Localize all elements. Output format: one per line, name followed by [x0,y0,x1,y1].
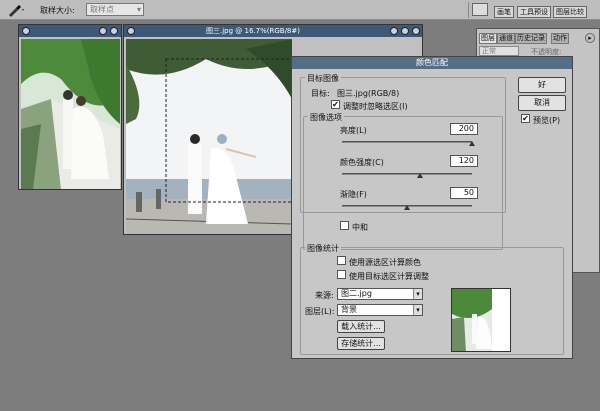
fade-label: 渐隐(F) [340,190,367,199]
neutralize-checkbox[interactable] [340,221,349,230]
luminance-slider[interactable] [342,141,472,143]
use-source-selection-checkbox[interactable] [337,256,346,265]
close-icon[interactable] [110,27,118,35]
color-intensity-input[interactable]: 120 [450,155,478,167]
divider [468,2,469,18]
color-match-dialog: 颜色匹配 目标图像 目标: 图三.jpg(RGB/8) ✔ 调整时忽略选区(I)… [291,56,573,359]
luminance-input[interactable]: 200 [450,123,478,135]
sample-size-select[interactable]: 取样点 ▾ [86,3,144,16]
neutralize-label: 中和 [352,223,368,232]
tab-actions[interactable]: 动作 [551,33,569,44]
cancel-button[interactable]: 取消 [518,95,566,111]
panel-menu-icon[interactable]: ▸ [585,33,595,43]
layer-select[interactable]: 背景 ▾ [337,304,423,316]
use-target-selection-checkbox[interactable] [337,270,346,279]
preview-checkbox[interactable]: ✔ [521,114,530,123]
dialog-title[interactable]: 颜色匹配 [292,57,572,69]
save-statistics-button[interactable]: 存储统计... [337,337,385,350]
palette-well-icon[interactable] [472,3,488,16]
document-title-bar[interactable]: 图三.jpg @ 16.7%(RGB/8#) [124,25,422,37]
color-intensity-slider-thumb[interactable] [417,173,423,178]
fade-input[interactable]: 50 [450,187,478,199]
luminance-slider-thumb[interactable] [469,141,475,146]
source-thumbnail [451,288,511,352]
tab-layers[interactable]: 图层 [479,33,497,44]
window-control-icon[interactable] [127,27,135,35]
image-statistics-group: 图像统计 使用源选区计算颜色 使用目标选区计算调整 来源: 图二.jpg ▾ 图… [300,243,564,355]
chevron-down-icon: ▾ [413,289,422,299]
luminance-label: 亮度(L) [340,126,367,135]
maximize-icon[interactable] [401,27,409,35]
ignore-selection-label: 调整时忽略选区(I) [343,102,408,111]
chevron-down-icon: ▾ [136,5,141,14]
source-select[interactable]: 图二.jpg ▾ [337,288,423,300]
use-target-selection-label: 使用目标选区计算调整 [349,272,429,281]
load-statistics-button[interactable]: 载入统计... [337,320,385,333]
tab-channels[interactable]: 通道 [497,33,515,44]
preview-label: 预览(P) [533,116,561,125]
minimize-icon[interactable] [390,27,398,35]
target-image-group: 目标图像 目标: 图三.jpg(RGB/8) ✔ 调整时忽略选区(I) 图像选项… [300,73,506,250]
tab-brushes[interactable]: 画笔 [494,6,514,18]
ignore-selection-checkbox[interactable]: ✔ [331,100,340,109]
color-intensity-label: 颜色强度(C) [340,158,384,167]
tab-tool-presets[interactable]: 工具预设 [517,6,551,18]
blend-mode-select[interactable]: 正常 [479,46,519,56]
window-control-icon[interactable] [22,27,30,35]
use-source-selection-label: 使用源选区计算颜色 [349,258,421,267]
wedding-photo-target [126,39,292,234]
minimize-icon[interactable] [99,27,107,35]
document-window-small[interactable] [18,24,122,190]
tab-layer-comps[interactable]: 图层比较 [553,6,587,18]
ok-button[interactable]: 好 [518,77,566,93]
tab-history[interactable]: 历史记录 [515,33,547,44]
close-icon[interactable] [412,27,420,35]
sample-size-label: 取样大小: [40,6,75,15]
document-title-bar[interactable] [19,25,121,37]
source-label: 来源: [315,291,334,300]
panel-tabs: 图层 通道 历史记录 动作 [477,33,599,44]
image-options-group: 图像选项 亮度(L) 200 颜色强度(C) 120 渐隐(F) 50 中和 [303,112,503,250]
target-label: 目标: [311,89,330,98]
target-value: 图三.jpg(RGB/8) [337,89,400,98]
layer-label: 图层(L): [305,307,335,316]
color-intensity-slider[interactable] [342,173,472,175]
chevron-down-icon: ▾ [413,305,422,315]
document-title: 图三.jpg @ 16.7%(RGB/8#) [206,27,300,35]
group-title: 目标图像 [305,73,341,84]
eyedropper-icon[interactable] [6,3,26,17]
group-title: 图像统计 [305,243,341,254]
wedding-photo-source [21,39,120,189]
group-title: 图像选项 [308,112,344,123]
fade-slider-thumb[interactable] [404,205,410,210]
